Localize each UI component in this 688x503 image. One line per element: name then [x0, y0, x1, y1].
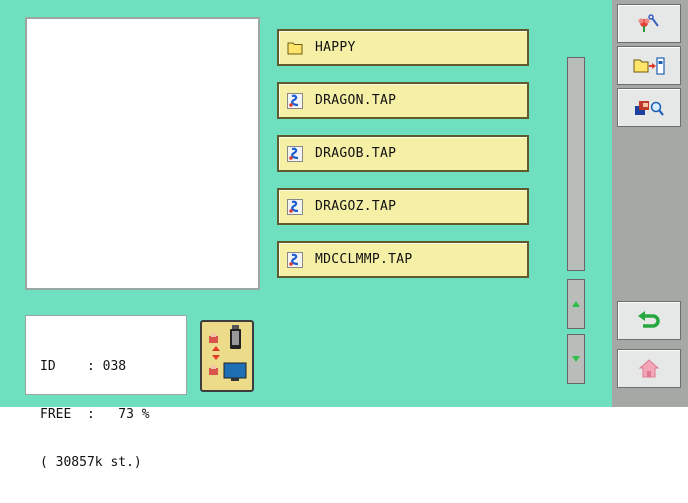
design-view-button[interactable]: [617, 4, 681, 43]
file-name: MDCCLMMP.TAP: [315, 252, 413, 267]
file-list-scrollbar[interactable]: [567, 57, 585, 271]
design-view-icon: [638, 13, 659, 32]
folder-export-button[interactable]: [617, 46, 681, 85]
embroidery-design-icon: [287, 251, 303, 268]
return-icon: [638, 310, 660, 328]
scroll-down-button[interactable]: [567, 334, 585, 384]
design-search-button[interactable]: [617, 88, 681, 127]
file-item-dragob[interactable]: DRAGOB.TAP: [277, 135, 529, 172]
file-item-dragon[interactable]: DRAGON.TAP: [277, 82, 529, 119]
arrow-down-icon: [572, 356, 580, 362]
file-item-mdcclmmp[interactable]: MDCCLMMP.TAP: [277, 241, 529, 278]
folder-icon: [287, 42, 303, 54]
scroll-up-button[interactable]: [567, 279, 585, 329]
return-button[interactable]: [617, 301, 681, 340]
file-name: DRAGOZ.TAP: [315, 199, 397, 214]
info-free: FREE : 73 %: [40, 407, 150, 422]
info-stitches: ( 30857k st.): [40, 455, 142, 470]
design-preview: [25, 17, 260, 290]
file-name: DRAGON.TAP: [315, 93, 397, 108]
home-button[interactable]: [617, 349, 681, 388]
design-search-icon: [635, 100, 664, 116]
embroidery-design-icon: [287, 198, 303, 215]
file-name: DRAGOB.TAP: [315, 146, 397, 161]
embroidery-file-browser: ID : 038 FREE : 73 % ( 30857k st.) HAPPY…: [0, 0, 688, 470]
media-select-button[interactable]: [200, 320, 254, 392]
info-id: ID : 038: [40, 359, 127, 374]
home-icon: [638, 358, 660, 377]
embroidery-design-icon: [287, 92, 303, 109]
memory-info-box: ID : 038 FREE : 73 % ( 30857k st.): [25, 315, 187, 470]
folder-export-icon: [633, 56, 665, 75]
file-item-dragoz[interactable]: DRAGOZ.TAP: [277, 188, 529, 225]
usb-media-icon: [209, 325, 247, 381]
file-name: HAPPY: [315, 40, 356, 55]
arrow-up-icon: [572, 301, 580, 307]
file-item-happy[interactable]: HAPPY: [277, 29, 529, 66]
embroidery-design-icon: [287, 145, 303, 162]
